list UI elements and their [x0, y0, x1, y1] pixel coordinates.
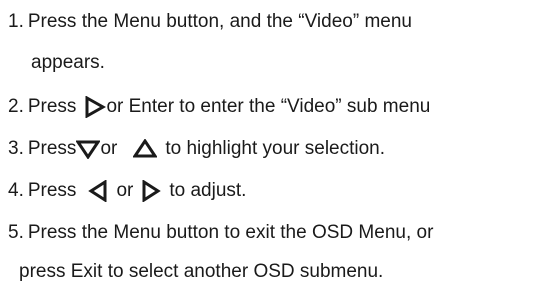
step-3-or: or: [100, 138, 118, 159]
step-1-number: 1.: [8, 11, 24, 32]
step-1-continuation: appears.: [31, 49, 105, 77]
step-4-or: or: [116, 180, 134, 201]
step-4-number: 4.: [8, 180, 24, 201]
step-3-prefix: Press: [27, 138, 77, 159]
step-1-text: Press the Menu button, and the “Video” m…: [27, 11, 412, 32]
step-3-suffix: to highlight your selection.: [165, 138, 386, 159]
step-1-continuation-text: appears.: [31, 52, 105, 73]
step-5: 5. Press the Menu button to exit the OSD…: [8, 219, 433, 247]
step-2-suffix: or Enter to enter the “Video” sub menu: [106, 96, 431, 117]
instructions-page: 1. Press the Menu button, and the “Video…: [0, 0, 552, 282]
step-2: 2. Press or Enter to enter the “Video” s…: [8, 93, 430, 121]
triangle-up-icon: [133, 139, 158, 159]
step-5-text: Press the Menu button to exit the OSD Me…: [27, 222, 434, 243]
triangle-right-icon: [84, 96, 107, 118]
triangle-left-icon: [88, 180, 108, 202]
step-4: 4. Press or to adjust.: [8, 177, 246, 205]
step-5-number: 5.: [8, 222, 24, 243]
step-5-continuation: press Exit to select another OSD submenu…: [19, 258, 383, 286]
step-2-prefix: Press: [27, 96, 77, 117]
triangle-down-icon: [76, 139, 101, 159]
step-3-number: 3.: [8, 138, 24, 159]
step-4-prefix: Press: [27, 180, 77, 201]
step-5-continuation-text: press Exit to select another OSD submenu…: [19, 261, 384, 282]
step-2-number: 2.: [8, 96, 24, 117]
triangle-right-icon: [141, 180, 162, 202]
step-1: 1. Press the Menu button, and the “Video…: [8, 8, 412, 36]
step-3: 3. Press or to highlight your selection.: [8, 135, 385, 163]
step-4-suffix: to adjust.: [169, 180, 247, 201]
